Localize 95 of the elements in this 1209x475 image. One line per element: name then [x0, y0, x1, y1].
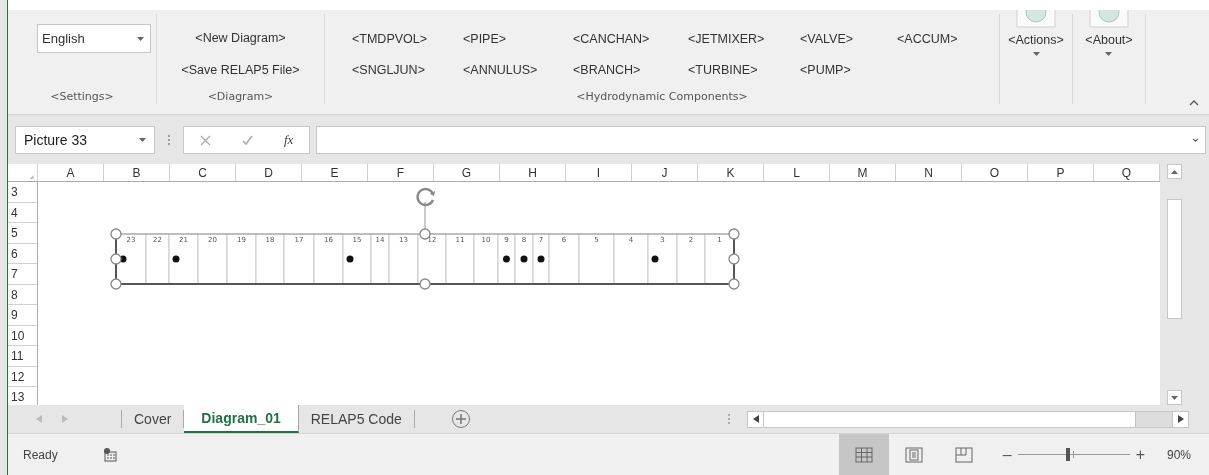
- scroll-down-button[interactable]: [1167, 390, 1182, 405]
- pipe-cell: [514, 233, 534, 285]
- ribbon-button[interactable]: <Save RELAP5 File>: [179, 62, 302, 78]
- column-header[interactable]: D: [236, 164, 302, 181]
- column-header[interactable]: O: [962, 164, 1028, 181]
- resize-handle[interactable]: [728, 228, 740, 240]
- ribbon-button[interactable]: <ANNULUS>: [461, 62, 540, 78]
- scroll-right-button[interactable]: [1172, 411, 1188, 427]
- view-button[interactable]: [838, 434, 889, 475]
- ribbon-button[interactable]: <New Diagram>: [193, 30, 288, 46]
- cancel-icon[interactable]: [199, 134, 211, 146]
- sheet-record-icon[interactable]: [102, 447, 117, 462]
- group-label: <Hydrodynamic Components>: [575, 90, 749, 104]
- grip-icon: [167, 134, 171, 146]
- ribbon-button[interactable]: <TMDPVOL>: [350, 31, 430, 47]
- ribbon-menu-button[interactable]: <Actions>: [1008, 10, 1064, 104]
- zoom-in-button[interactable]: +: [1135, 445, 1145, 464]
- ribbon-button[interactable]: <PIPE>: [461, 31, 509, 47]
- row-header[interactable]: 6: [8, 243, 37, 264]
- zoom-slider-thumb[interactable]: [1066, 448, 1071, 461]
- column-header[interactable]: P: [1028, 164, 1094, 181]
- pipe-cell: [532, 233, 550, 285]
- caret-icon: [1032, 52, 1040, 56]
- insert-function-button[interactable]: fx: [284, 132, 294, 148]
- status-text: Ready: [23, 447, 58, 462]
- resize-handle[interactable]: [419, 278, 431, 290]
- row-header[interactable]: 5: [8, 223, 37, 244]
- row-header[interactable]: 13: [8, 387, 37, 405]
- column-header[interactable]: A: [38, 164, 104, 181]
- rotate-handle[interactable]: [416, 187, 435, 230]
- caret-icon: [139, 138, 146, 142]
- ribbon-button[interactable]: <BRANCH>: [571, 62, 643, 78]
- caret-icon: [1177, 415, 1184, 423]
- ribbon-button[interactable]: <PUMP>: [798, 62, 853, 78]
- resize-handle[interactable]: [728, 253, 740, 265]
- ribbon-button[interactable]: <ACCUM>: [895, 31, 960, 47]
- sheet-tab[interactable]: RELAP5 Code: [298, 410, 415, 428]
- row-header[interactable]: 3: [8, 182, 37, 203]
- scroll-left-button[interactable]: [748, 411, 764, 427]
- caret-icon: [1171, 169, 1178, 174]
- grip-icon[interactable]: [727, 413, 731, 425]
- resize-handle[interactable]: [728, 278, 740, 290]
- column-header[interactable]: N: [896, 164, 962, 181]
- scrollbar-thumb[interactable]: [764, 411, 1136, 427]
- ribbon-menu-button[interactable]: <About>: [1085, 10, 1133, 104]
- page-icon: [904, 446, 923, 463]
- caret-icon: [1171, 395, 1178, 400]
- column-header[interactable]: J: [632, 164, 698, 181]
- horizontal-scrollbar[interactable]: [747, 410, 1189, 428]
- name-box[interactable]: Picture 33: [15, 126, 155, 154]
- ribbon-button[interactable]: <CANCHAN>: [571, 31, 652, 47]
- ribbon-button[interactable]: <SNGLJUN>: [350, 62, 427, 78]
- column-header[interactable]: M: [830, 164, 896, 181]
- zoom-out-button[interactable]: –: [1002, 445, 1012, 464]
- column-header[interactable]: I: [566, 164, 632, 181]
- scrollbar-thumb[interactable]: [1167, 199, 1182, 319]
- ribbon-button[interactable]: <JETMIXER>: [686, 31, 767, 47]
- ribbon-button[interactable]: <TURBINE>: [686, 62, 760, 78]
- expand-icon[interactable]: [1192, 138, 1199, 142]
- resize-handle[interactable]: [110, 253, 122, 265]
- column-header[interactable]: H: [500, 164, 566, 181]
- row-header[interactable]: 10: [8, 325, 37, 346]
- group-label: <Diagram>: [206, 90, 275, 104]
- caret-icon: [752, 415, 759, 423]
- column-header[interactable]: G: [434, 164, 500, 181]
- zoom-level: 90%: [1166, 447, 1191, 462]
- row-header[interactable]: 12: [8, 366, 37, 387]
- sheet-tab[interactable]: Diagram_01: [184, 405, 299, 433]
- row-header[interactable]: 4: [8, 202, 37, 223]
- grid-icon: [854, 446, 873, 463]
- collapse-icon[interactable]: [1189, 100, 1199, 106]
- formula-field[interactable]: [316, 126, 1206, 154]
- row-header[interactable]: 7: [8, 264, 37, 285]
- resize-handle[interactable]: [110, 278, 122, 290]
- page-break-icon: [954, 446, 973, 463]
- column-header[interactable]: F: [368, 164, 434, 181]
- pipe-cell: [342, 233, 372, 285]
- column-header[interactable]: C: [170, 164, 236, 181]
- add-sheet-icon[interactable]: [450, 409, 471, 429]
- resize-handle[interactable]: [110, 228, 122, 240]
- scroll-up-button[interactable]: [1167, 164, 1182, 179]
- ribbon-button[interactable]: <VALVE>: [798, 31, 856, 47]
- select-all-icon[interactable]: [28, 175, 35, 179]
- caret-icon: [137, 36, 144, 41]
- column-header[interactable]: E: [302, 164, 368, 181]
- column-header[interactable]: B: [104, 164, 170, 181]
- row-header[interactable]: 8: [8, 284, 37, 305]
- check-icon[interactable]: [241, 134, 253, 146]
- group-label: <Settings>: [49, 90, 115, 104]
- row-header[interactable]: 9: [8, 305, 37, 326]
- caret-icon: [1105, 52, 1113, 56]
- language-dropdown[interactable]: English: [37, 24, 151, 53]
- column-header[interactable]: K: [698, 164, 764, 181]
- row-header[interactable]: 11: [8, 346, 37, 367]
- column-header[interactable]: L: [764, 164, 830, 181]
